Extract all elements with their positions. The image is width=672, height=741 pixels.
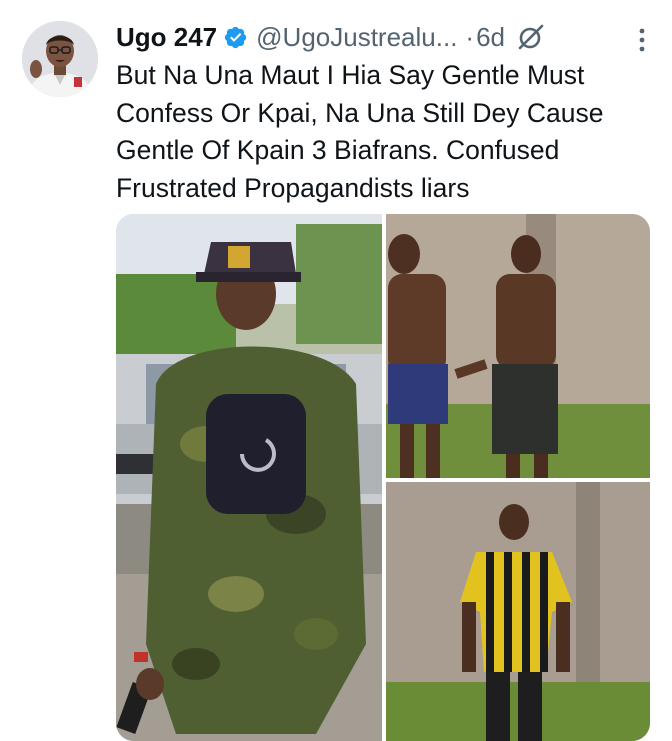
verified-badge-icon [224,26,247,48]
display-name[interactable]: Ugo 247 [116,22,217,53]
tweet-text: But Na Una Maut I Hia Say Gentle Must Co… [116,60,604,203]
timestamp[interactable]: 6d [476,22,505,53]
more-options-icon[interactable] [638,27,646,53]
handle[interactable]: @UgoJustrealu... [256,22,457,53]
avatar-image [22,21,98,97]
photo-soldier[interactable] [116,214,382,741]
photo-two-men[interactable] [386,214,650,478]
separator-dot: · [465,21,475,52]
tweet[interactable]: Ugo 247 @UgoJustrealu... · 6d But Na Una… [0,0,672,741]
tweet-header: Ugo 247 @UgoJustrealu... · 6d [116,18,545,56]
grok-icon[interactable] [517,23,545,51]
media-grid [116,214,650,741]
photo-striped-shirt[interactable] [386,482,650,741]
avatar[interactable] [22,21,98,97]
